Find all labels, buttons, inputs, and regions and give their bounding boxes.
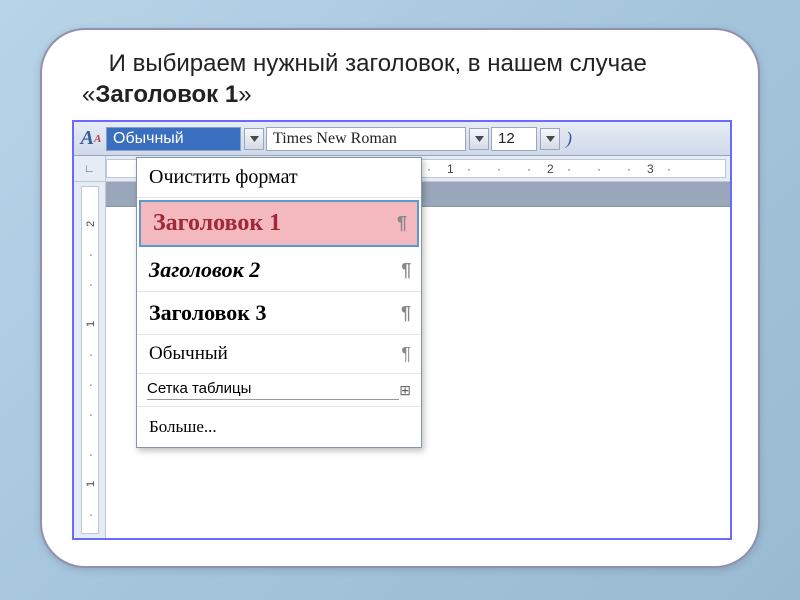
style-item-normal[interactable]: Обычный ¶ bbox=[137, 335, 421, 374]
ruler-tick: 2 bbox=[547, 162, 554, 176]
pilcrow-icon: ¶ bbox=[401, 260, 411, 281]
formatting-toolbar: AA Обычный Times New Roman 12 ) bbox=[74, 122, 730, 156]
ruler-tick: 2 bbox=[85, 221, 97, 227]
pilcrow-icon: ¶ bbox=[401, 344, 411, 365]
style-item-label: Сетка таблицы bbox=[147, 380, 399, 400]
style-combo-value: Обычный bbox=[107, 130, 240, 148]
style-combo-dropdown-button[interactable] bbox=[244, 128, 264, 150]
app-screenshot: AA Обычный Times New Roman 12 ) ∟ bbox=[72, 120, 732, 540]
vertical-ruler-column: 2 1 1 · · · · · · · bbox=[74, 182, 106, 538]
font-combo-dropdown-button[interactable] bbox=[469, 128, 489, 150]
style-item-table-grid[interactable]: Сетка таблицы ⊞ bbox=[137, 374, 421, 407]
ruler-tick: 1 bbox=[85, 321, 97, 327]
style-combo[interactable]: Обычный bbox=[106, 127, 241, 151]
style-item-label: Заголовок 1 bbox=[153, 210, 281, 237]
caption-bold: Заголовок 1 bbox=[95, 81, 238, 108]
table-icon: ⊞ bbox=[399, 382, 411, 399]
style-item-label: Очистить формат bbox=[149, 166, 298, 189]
chevron-down-icon bbox=[475, 136, 484, 142]
font-combo-value: Times New Roman bbox=[267, 130, 465, 148]
style-dropdown: Очистить формат Заголовок 1 ¶ Заголовок … bbox=[136, 157, 422, 448]
style-item-label: Заголовок 2 bbox=[149, 257, 260, 283]
size-combo-value: 12 bbox=[492, 130, 536, 147]
pilcrow-icon: ¶ bbox=[401, 303, 411, 324]
chevron-down-icon bbox=[546, 136, 555, 142]
ruler-tick: 1 bbox=[85, 481, 97, 487]
ruler-corner: ∟ bbox=[74, 156, 106, 181]
style-item-label: Заголовок 3 bbox=[149, 300, 266, 326]
style-item-heading-2[interactable]: Заголовок 2 ¶ bbox=[137, 249, 421, 292]
style-item-label: Обычный bbox=[149, 343, 228, 365]
style-item-heading-1[interactable]: Заголовок 1 ¶ bbox=[139, 200, 419, 247]
size-combo-dropdown-button[interactable] bbox=[540, 128, 560, 150]
ruler-tick: 1 bbox=[447, 162, 454, 176]
chevron-down-icon bbox=[250, 136, 259, 142]
style-item-heading-3[interactable]: Заголовок 3 ¶ bbox=[137, 292, 421, 335]
style-item-clear-format[interactable]: Очистить формат bbox=[137, 158, 421, 198]
style-item-label: Больше... bbox=[149, 417, 217, 437]
vertical-ruler[interactable]: 2 1 1 · · · · · · · bbox=[81, 186, 99, 534]
font-color-icon[interactable]: AA bbox=[78, 126, 104, 152]
style-item-more[interactable]: Больше... bbox=[137, 407, 421, 447]
size-combo[interactable]: 12 bbox=[491, 127, 537, 151]
caption-text: И выбираем нужный заголовок, в нашем слу… bbox=[72, 48, 728, 110]
caption-suffix: » bbox=[238, 81, 251, 108]
pilcrow-icon: ¶ bbox=[397, 213, 407, 234]
slide-frame: И выбираем нужный заголовок, в нашем слу… bbox=[40, 28, 760, 568]
font-combo[interactable]: Times New Roman bbox=[266, 127, 466, 151]
toolbar-overflow: ) bbox=[562, 128, 572, 149]
ruler-tick: 3 bbox=[647, 162, 654, 176]
